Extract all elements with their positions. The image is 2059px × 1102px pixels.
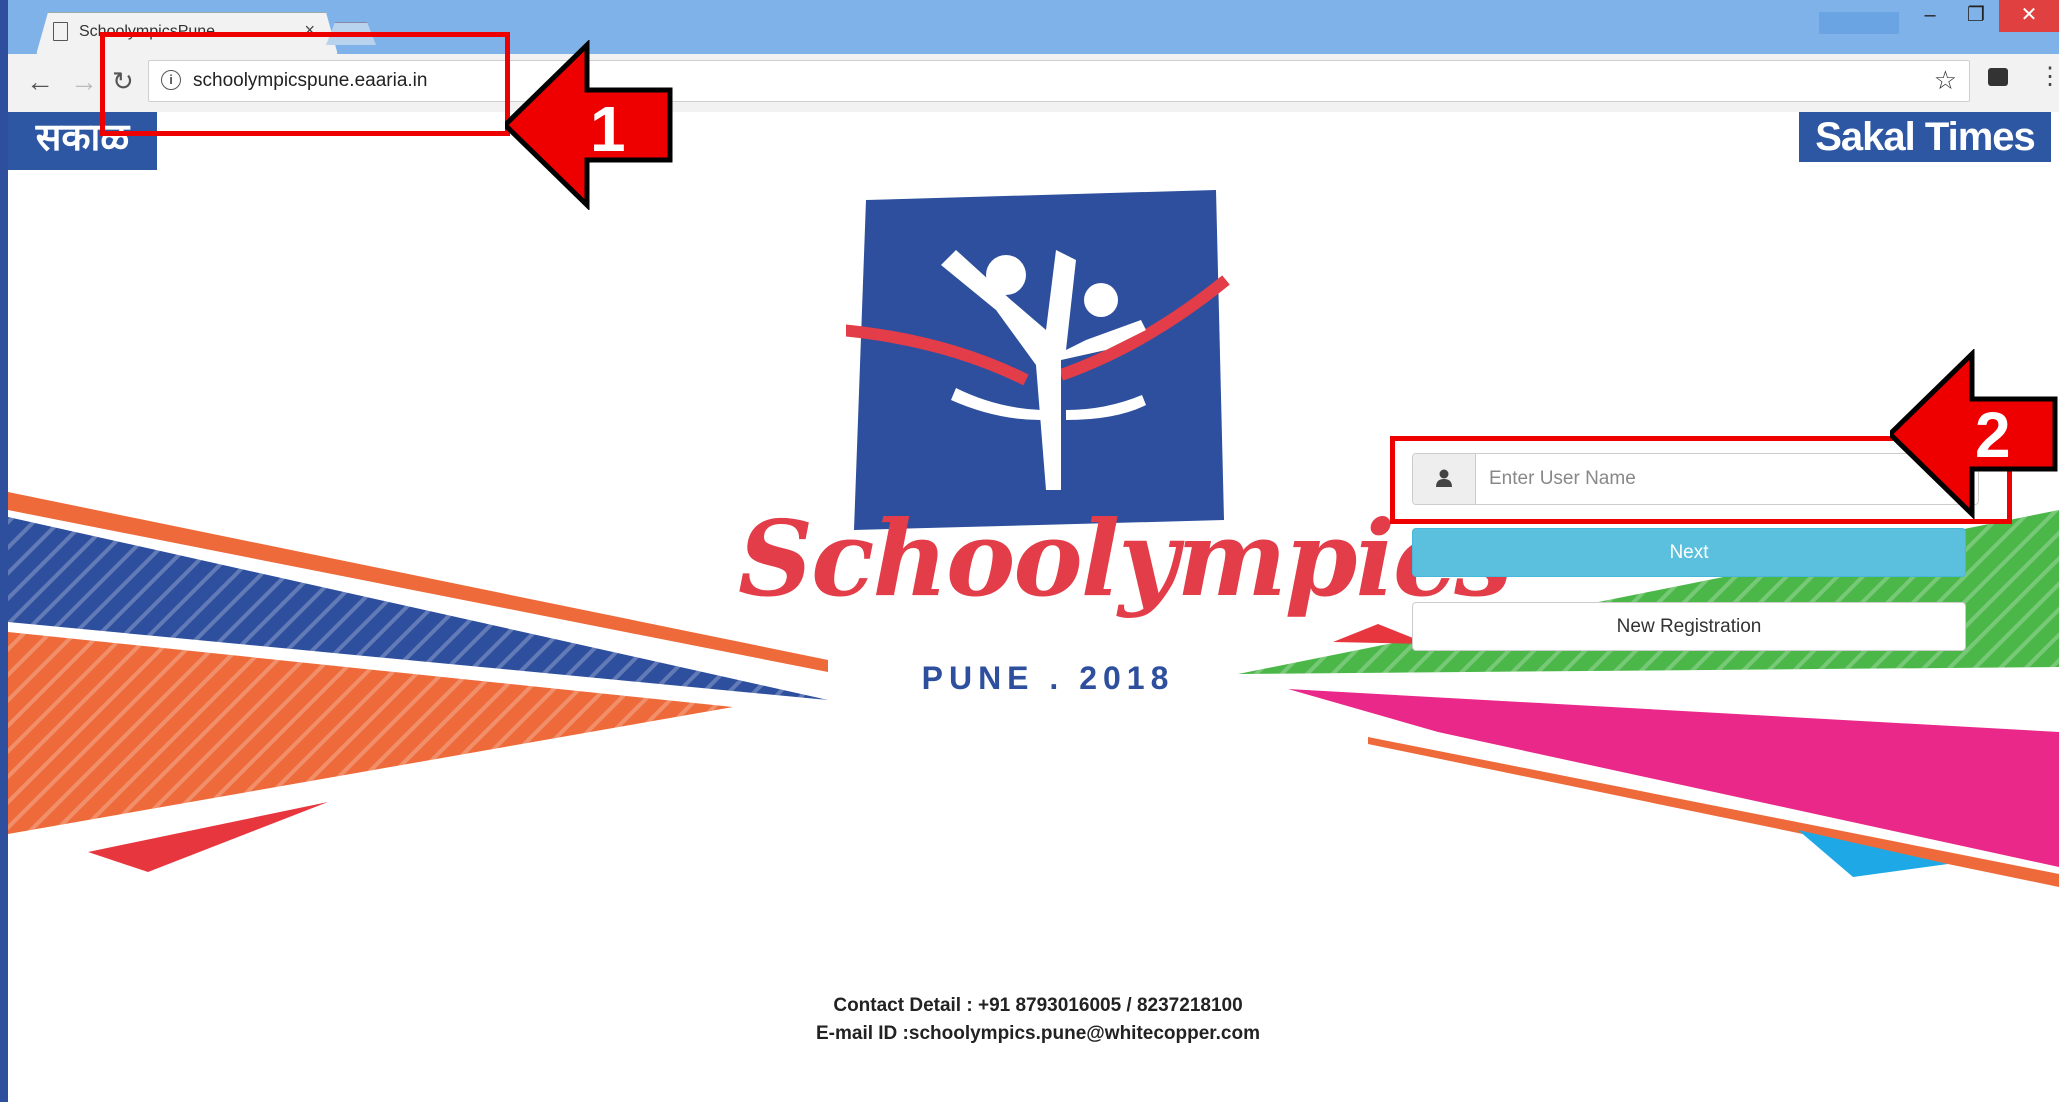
restore-icon[interactable]: ❐ <box>1953 0 1999 32</box>
window-controls: – ❐ ✕ <box>1907 0 2059 36</box>
menu-dots-icon[interactable]: ⋮ <box>2038 62 2059 91</box>
extension-icon[interactable] <box>1988 68 2008 86</box>
brand-name: Schoolympics <box>738 497 1513 620</box>
next-button[interactable]: Next <box>1412 528 1966 577</box>
window-profile-area <box>1819 12 1899 34</box>
contact-details: Contact Detail : +91 8793016005 / 823721… <box>628 992 1448 1048</box>
close-icon[interactable]: ✕ <box>1999 0 2059 32</box>
contact-phone: Contact Detail : +91 8793016005 / 823721… <box>833 995 1243 1016</box>
page-content: सकाळ Sakal Times Schoolympics PUNE . 201… <box>8 112 2059 1102</box>
right-pink-band <box>1288 689 2059 867</box>
page-icon <box>53 22 68 41</box>
new-registration-button[interactable]: New Registration <box>1412 602 1966 651</box>
annotation-box-1 <box>100 32 510 136</box>
minimize-icon[interactable]: – <box>1907 0 1953 32</box>
annotation-number-1: 1 <box>590 93 626 165</box>
annotation-number-2: 2 <box>1975 399 2011 471</box>
contact-email: E-mail ID :schoolympics.pune@whitecopper… <box>815 1023 1260 1044</box>
forward-icon[interactable]: → <box>70 66 98 98</box>
sakal-times-logo: Sakal Times <box>1799 112 2051 162</box>
brand-subtitle: PUNE . 2018 <box>921 660 1175 696</box>
back-icon[interactable]: ← <box>26 66 54 98</box>
bookmark-star-icon[interactable]: ☆ <box>1934 65 1957 96</box>
schoolympics-emblem <box>846 190 1230 530</box>
